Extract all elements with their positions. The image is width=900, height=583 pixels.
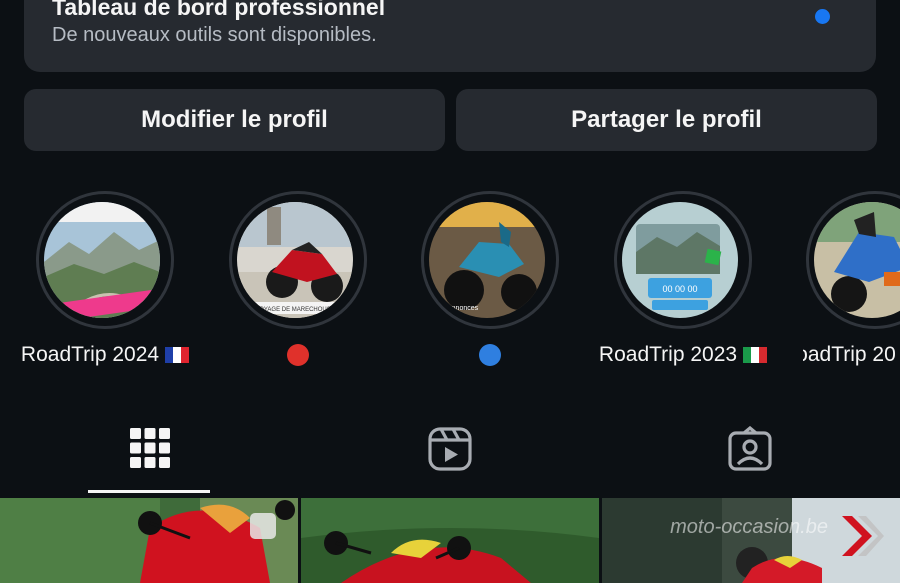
highlight-thumbnail: 00 00 00 [622, 202, 738, 318]
share-profile-button[interactable]: Partager le profil [456, 89, 877, 151]
active-tab-indicator [88, 490, 210, 493]
post-thumbnail[interactable]: moto-occasion.be [602, 498, 900, 583]
blue-circle-icon [479, 344, 501, 367]
dashboard-title: Tableau de bord professionnel [52, 0, 386, 20]
highlight-label [378, 343, 602, 367]
new-indicator-dot [815, 9, 830, 24]
edit-profile-button[interactable]: Modifier le profil [24, 89, 445, 151]
watermark-logo-icon [842, 516, 884, 556]
watermark-text: moto-occasion.be [670, 516, 828, 538]
tagged-icon [728, 426, 772, 471]
highlight-thumb-text: 00 00 00 [662, 284, 697, 294]
tab-posts-grid[interactable] [0, 410, 300, 496]
highlight-thumbnail: Annonces [429, 202, 545, 318]
highlight-label: RoadTrip 2023 [571, 343, 795, 367]
red-circle-icon [287, 344, 309, 367]
highlight-roadtrip-partial[interactable]: RoadTrip 20 [803, 191, 900, 381]
reels-icon [428, 427, 472, 471]
tab-tagged[interactable] [600, 410, 900, 496]
post-thumbnail[interactable] [0, 498, 298, 583]
grid-icon [130, 428, 170, 468]
highlight-label [186, 343, 410, 367]
posts-grid: moto-occasion.be [0, 498, 900, 583]
tab-reels[interactable] [300, 410, 600, 496]
highlight-thumbnail [44, 202, 160, 318]
post-thumbnail[interactable] [301, 498, 599, 583]
highlight-label: RoadTrip 20 [803, 343, 896, 366]
highlight-thumbnail: VOYAGE DE MARECHOUSE [237, 202, 353, 318]
highlight-label: RoadTrip 2024 [0, 343, 217, 367]
dashboard-subtitle: De nouveaux outils sont disponibles. [52, 24, 377, 46]
professional-dashboard-card[interactable]: Tableau de bord professionnel De nouveau… [24, 0, 876, 72]
profile-tabs [0, 410, 900, 496]
italy-flag-icon [743, 347, 768, 364]
